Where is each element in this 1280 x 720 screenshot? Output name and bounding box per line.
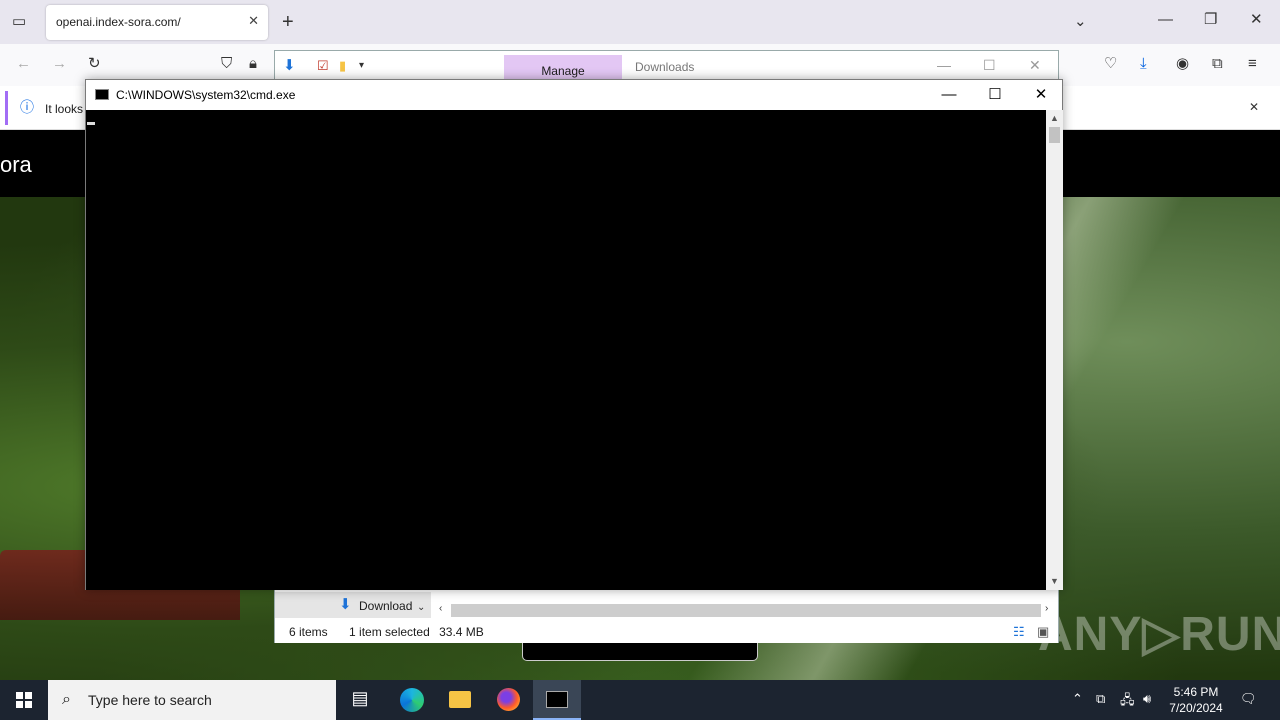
nav-chevron-icon[interactable]: ⌄ — [417, 603, 425, 613]
address-bar[interactable]: ⛉ 🔒︎ — [212, 49, 264, 81]
scroll-down-icon[interactable]: ▼ — [1050, 576, 1059, 586]
explorer-minimize-icon[interactable]: — — [937, 57, 951, 73]
window-restore-icon[interactable]: ❐ — [1204, 12, 1217, 27]
cmd-window: C:\WINDOWS\system32\cmd.exe — ☐ ✕ ▲ ▼ — [85, 79, 1063, 590]
notification-center-icon[interactable]: 🗨︎ — [1240, 691, 1257, 707]
start-button[interactable] — [0, 680, 48, 720]
status-item-count: 6 items — [289, 625, 328, 639]
lock-icon[interactable]: 🔒︎ — [249, 56, 257, 71]
explorer-title: Downloads — [635, 60, 695, 74]
taskbar-firefox[interactable] — [484, 680, 532, 720]
network-icon[interactable]: 🖧︎ — [1120, 691, 1135, 713]
clock-time: 5:46 PM — [1173, 685, 1219, 699]
watermark-logo: ANY▷RUN — [1038, 608, 1280, 661]
vertical-scrollbar[interactable]: ▲ ▼ — [1046, 110, 1063, 590]
notification-close-icon[interactable]: ✕ — [1249, 101, 1259, 113]
tray-chevron-up-icon[interactable]: ⌃ — [1072, 691, 1083, 707]
window-minimize-icon[interactable]: — — [1158, 12, 1173, 27]
explorer-bottom: ⬇ Download ⌄ ‹ › 6 items 1 item selected… — [275, 591, 1058, 643]
tray-device-icon[interactable]: ⧉ — [1096, 691, 1105, 707]
menu-icon[interactable]: ≡ — [1248, 56, 1257, 71]
cmd-maximize-button[interactable]: ☐ — [972, 80, 1018, 110]
account-icon[interactable]: ◉ — [1176, 56, 1189, 71]
downloads-arrow-icon: ⬇ — [339, 596, 352, 613]
firefox-icon — [497, 688, 520, 711]
details-view-icon[interactable]: ☷ — [1013, 625, 1025, 638]
scroll-up-icon[interactable]: ▲ — [1050, 113, 1059, 123]
console-area[interactable] — [86, 110, 1046, 590]
cmd-app-icon — [95, 89, 109, 100]
task-view-icon: ▤ — [351, 688, 369, 708]
vertical-scroll-thumb[interactable] — [1049, 127, 1060, 143]
download-arrow-icon: ⬇ — [283, 57, 296, 74]
explorer-maximize-icon[interactable]: ☐ — [983, 57, 996, 74]
site-brand[interactable]: ora — [0, 152, 32, 178]
notification-accent — [5, 91, 8, 125]
system-clock[interactable]: 5:46 PM 7/20/2024 — [1160, 684, 1232, 716]
back-icon[interactable]: ← — [16, 56, 31, 71]
browser-tab-bar: ▭ openai.index-sora.com/ ✕ + ⌄ — ❐ ✕ — [0, 0, 1280, 44]
chevron-down-icon[interactable]: ⌄ — [1074, 14, 1087, 29]
volume-icon[interactable]: 🔊︎ — [1143, 691, 1151, 707]
status-bar: 6 items 1 item selected 33.4 MB — [289, 625, 502, 639]
extensions-icon[interactable]: ⧉ — [1212, 56, 1223, 71]
scroll-right-icon[interactable]: › — [1045, 604, 1048, 614]
status-size: 33.4 MB — [439, 625, 484, 639]
scroll-left-icon[interactable]: ‹ — [439, 604, 442, 614]
download-icon[interactable]: ⤓ — [1140, 56, 1147, 71]
tab-list-icon[interactable]: ▭ — [12, 14, 26, 29]
info-icon: ⓘ — [20, 99, 34, 115]
forward-icon[interactable]: → — [52, 56, 67, 71]
explorer-close-icon[interactable]: ✕ — [1029, 57, 1041, 74]
cmd-title: C:\WINDOWS\system32\cmd.exe — [116, 88, 296, 102]
cmd-minimize-button[interactable]: — — [926, 80, 972, 110]
tab-close-icon[interactable]: ✕ — [248, 13, 259, 29]
windows-logo-icon — [16, 692, 32, 708]
hero-button[interactable] — [522, 640, 758, 661]
task-view-button[interactable]: ▤ — [336, 680, 384, 720]
cmd-close-button[interactable]: ✕ — [1018, 80, 1064, 110]
browser-tab[interactable]: openai.index-sora.com/ ✕ — [46, 5, 268, 40]
new-tab-button[interactable]: + — [282, 12, 294, 32]
cmd-icon — [546, 691, 568, 708]
horizontal-scroll-thumb[interactable] — [451, 604, 1041, 617]
pocket-icon[interactable]: ♡ — [1104, 56, 1117, 71]
large-icons-view-icon[interactable]: ▣ — [1037, 625, 1049, 638]
search-icon: ⌕ — [62, 691, 71, 708]
taskbar: ⌕ Type here to search ▤ ⌃ ⧉ 🖧︎ 🔊︎ 5:46 P… — [0, 680, 1280, 720]
folder-icon[interactable]: ▮ — [339, 59, 346, 72]
taskbar-search[interactable]: ⌕ Type here to search — [48, 680, 336, 720]
notification-text: It looks — [45, 102, 84, 116]
clock-date: 7/20/2024 — [1169, 701, 1223, 715]
taskbar-cmd[interactable] — [533, 680, 581, 720]
window-close-icon[interactable]: ✕ — [1250, 12, 1263, 27]
edge-icon — [400, 688, 424, 712]
properties-icon[interactable]: ☑ — [317, 59, 329, 72]
horizontal-scrollbar[interactable]: ‹ › — [437, 595, 1057, 617]
taskbar-file-explorer[interactable] — [436, 680, 484, 720]
nav-item-downloads[interactable]: Download — [359, 599, 412, 613]
cmd-title-bar[interactable]: C:\WINDOWS\system32\cmd.exe — ☐ ✕ — [86, 80, 1062, 110]
search-placeholder: Type here to search — [88, 692, 212, 708]
status-selected: 1 item selected — [349, 625, 430, 639]
text-cursor — [87, 122, 95, 125]
taskbar-edge[interactable] — [386, 680, 434, 720]
reload-icon[interactable]: ↻ — [88, 56, 101, 71]
file-explorer-icon — [449, 691, 471, 708]
qat-dropdown-icon[interactable]: ▾ — [359, 61, 364, 71]
tab-title: openai.index-sora.com/ — [56, 15, 181, 29]
shield-icon[interactable]: ⛉ — [221, 56, 232, 71]
navigation-pane: ⬇ Download ⌄ — [275, 592, 431, 618]
